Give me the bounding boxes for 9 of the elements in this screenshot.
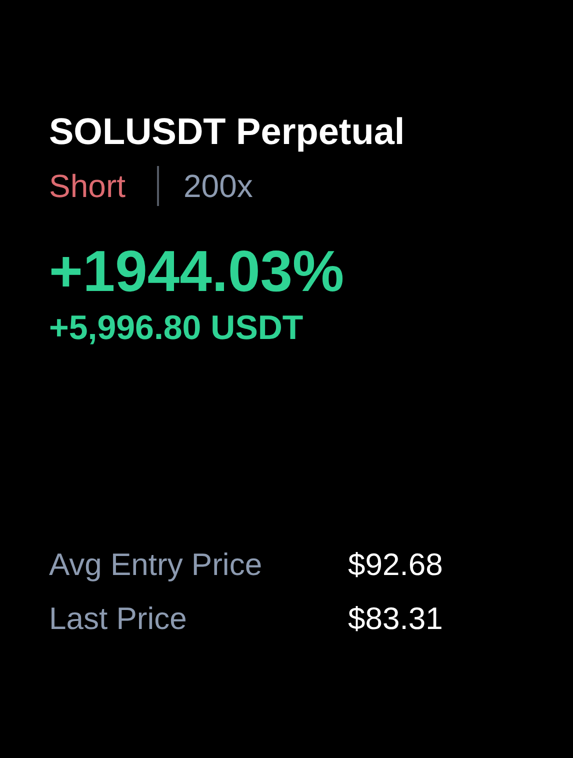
contract-title: SOLUSDT Perpetual: [49, 110, 406, 154]
pnl-amount: +5,996.80 USDT: [49, 308, 304, 348]
leverage-label: 200x: [183, 167, 253, 206]
detail-label: Avg Entry Price: [49, 546, 264, 584]
detail-value: $92.68: [348, 546, 444, 584]
detail-value: $83.31: [348, 600, 444, 638]
pnl-percent: +1944.03%: [49, 240, 346, 304]
detail-label: Last Price: [49, 600, 188, 638]
position-side: Short: [49, 167, 126, 206]
